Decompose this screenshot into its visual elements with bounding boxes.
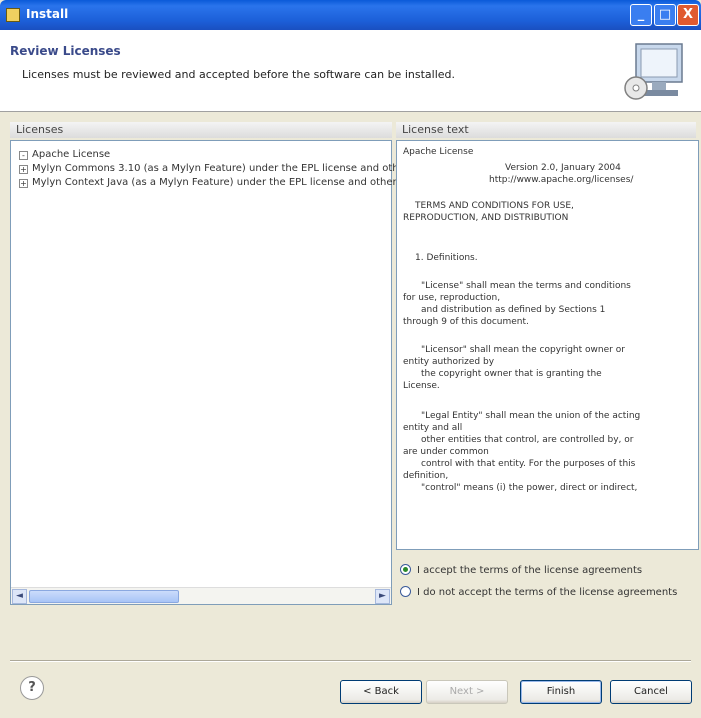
expand-toggle-icon[interactable]: + <box>19 165 28 174</box>
wizard-header: Review Licenses Licenses must be reviewe… <box>0 30 701 112</box>
page-description: Licenses must be reviewed and accepted b… <box>22 68 455 81</box>
license-text-line: "Licensor" shall mean the copyright owne… <box>421 345 625 355</box>
license-text-line: definition, <box>403 471 449 481</box>
install-wizard-graphic-icon <box>624 43 683 100</box>
license-text-pane-label: License text <box>396 122 696 138</box>
horizontal-scrollbar[interactable]: ◄ ► <box>11 587 391 604</box>
decline-label: I do not accept the terms of the license… <box>417 587 678 598</box>
window-title-bar[interactable]: Install _ □ X <box>0 0 701 30</box>
expand-toggle-icon[interactable]: + <box>19 179 28 188</box>
scrollbar-thumb[interactable] <box>29 590 179 603</box>
license-text-line: entity and all <box>403 423 463 433</box>
button-bar-separator <box>10 660 691 662</box>
window-title: Install <box>26 7 69 21</box>
license-text-line: License. <box>403 381 440 391</box>
maximize-button[interactable]: □ <box>654 4 676 26</box>
licenses-tree[interactable]: - Apache License + Mylyn Commons 3.10 (as … <box>10 140 509 605</box>
accept-label: I accept the terms of the license agreem… <box>417 565 643 576</box>
license-text-line: http://www.apache.org/licenses/ <box>489 175 634 185</box>
cancel-button[interactable]: Cancel <box>610 680 692 704</box>
license-text-line: are under common <box>403 447 489 457</box>
license-text-line: 1. Definitions. <box>415 253 478 263</box>
license-text-line: and distribution as defined by Sections … <box>421 305 606 315</box>
minimize-button[interactable]: _ <box>630 4 652 26</box>
radio-unselected-icon[interactable] <box>400 586 411 597</box>
license-title: Apache License <box>403 147 474 157</box>
license-text-line: through 9 of this document. <box>403 317 529 327</box>
license-text-line: Version 2.0, January 2004 <box>505 163 621 173</box>
back-button[interactable]: < Back <box>340 680 422 704</box>
license-text-line: "Legal Entity" shall mean the union of t… <box>421 411 641 421</box>
license-text-line: the copyright owner that is granting the <box>421 369 602 379</box>
license-text-line: control with that entity. For the purpos… <box>421 459 636 469</box>
scroll-left-arrow-icon[interactable]: ◄ <box>12 589 27 604</box>
collapse-toggle-icon[interactable]: - <box>19 151 28 160</box>
license-text-line: "control" means (i) the power, direct or… <box>421 483 638 493</box>
radio-selected-icon[interactable] <box>400 564 411 575</box>
tree-item-apache-license[interactable]: - Apache License <box>19 149 110 163</box>
accept-license-radio[interactable]: I accept the terms of the license agreem… <box>400 564 642 576</box>
license-text-line: other entities that control, are control… <box>421 435 634 445</box>
license-text-line: entity authorized by <box>403 357 495 367</box>
license-text-line: TERMS AND CONDITIONS FOR USE, <box>415 201 574 211</box>
decline-license-radio[interactable]: I do not accept the terms of the license… <box>400 586 677 598</box>
license-text-line: for use, reproduction, <box>403 293 501 303</box>
licenses-pane-label: Licenses <box>10 122 392 138</box>
close-button[interactable]: X <box>677 4 699 26</box>
license-text-line: REPRODUCTION, AND DISTRIBUTION <box>403 213 569 223</box>
next-button[interactable]: Next > <box>426 680 508 704</box>
license-agreement-text[interactable]: Apache License Version 2.0, January 2004… <box>396 140 699 550</box>
install-app-icon <box>6 8 20 22</box>
help-button[interactable]: ? <box>20 676 44 700</box>
scroll-right-arrow-icon[interactable]: ► <box>375 589 390 604</box>
page-title: Review Licenses <box>10 44 121 58</box>
license-text-line: "License" shall mean the terms and condi… <box>421 281 631 291</box>
tree-item-label: Apache License <box>32 149 111 160</box>
finish-button[interactable]: Finish <box>520 680 602 704</box>
